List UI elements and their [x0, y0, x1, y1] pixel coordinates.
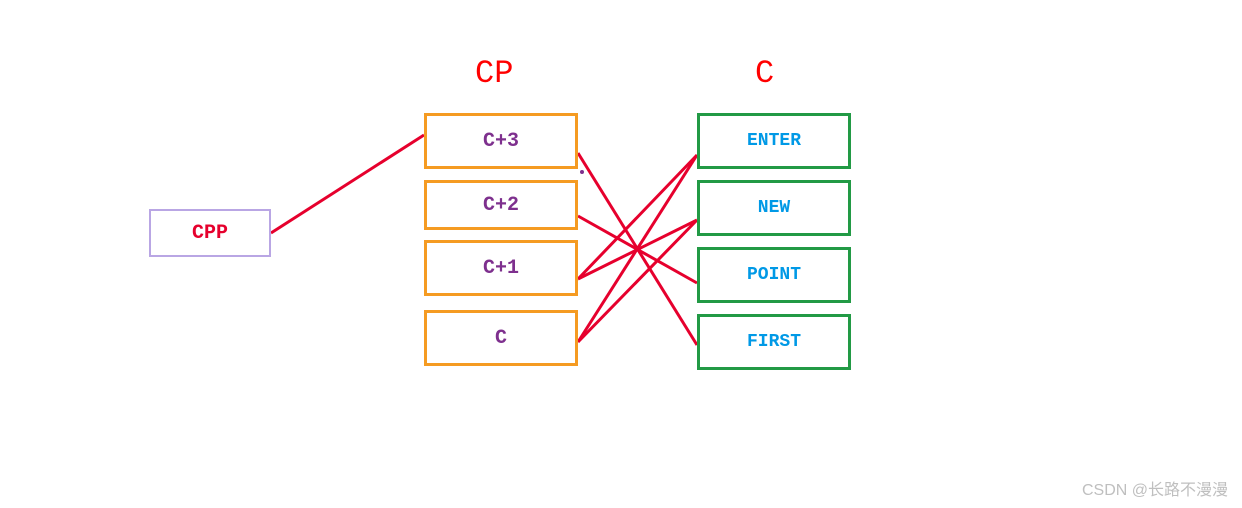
- c-cell-1-label: NEW: [758, 198, 790, 218]
- cp-cell-3: C: [424, 310, 578, 366]
- cp-cell-1-label: C+2: [483, 194, 519, 217]
- c-cell-3: FIRST: [697, 314, 851, 370]
- cp-cell-0-label: C+3: [483, 130, 519, 153]
- cp-cell-2: C+1: [424, 240, 578, 296]
- c-cell-2: POINT: [697, 247, 851, 303]
- cpp-label: CPP: [192, 222, 228, 245]
- header-cp: CP: [475, 55, 513, 92]
- cp-cell-3-label: C: [495, 327, 507, 350]
- cp-cell-1: C+2: [424, 180, 578, 230]
- header-c: C: [755, 55, 774, 92]
- cp-cell-2-label: C+1: [483, 257, 519, 280]
- cpp-box: CPP: [149, 209, 271, 257]
- c-cell-0-label: ENTER: [747, 131, 801, 151]
- c-cell-0: ENTER: [697, 113, 851, 169]
- watermark: CSDN @长路不漫漫: [1082, 476, 1228, 500]
- cp-cell-0: C+3: [424, 113, 578, 169]
- c-cell-3-label: FIRST: [747, 332, 801, 352]
- c-cell-2-label: POINT: [747, 265, 801, 285]
- c-cell-1: NEW: [697, 180, 851, 236]
